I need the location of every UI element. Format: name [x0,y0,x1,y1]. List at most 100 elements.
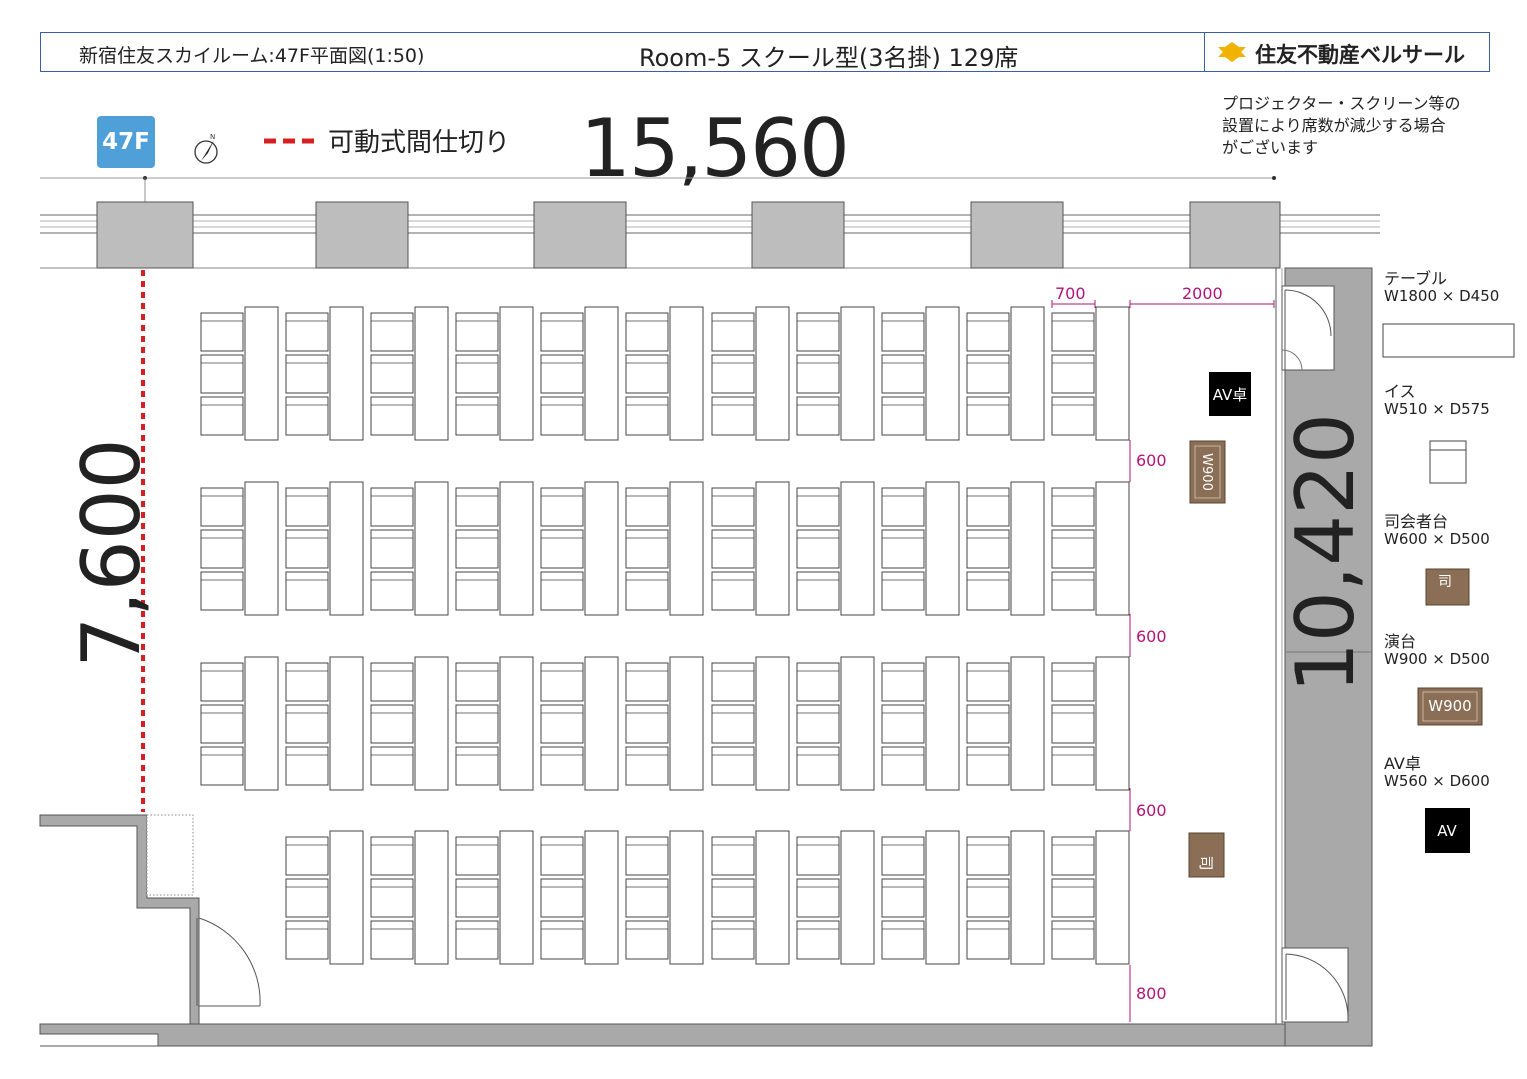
chair [370,878,414,918]
chair [200,746,244,786]
table [840,306,875,441]
column [96,201,194,269]
chair [370,746,414,786]
column [1189,201,1281,269]
chair [966,396,1010,436]
table [669,830,704,965]
chair [370,396,414,436]
chair [966,746,1010,786]
chair [200,396,244,436]
right-depth-dimension: 10,420 [1279,413,1372,693]
chair [796,746,840,786]
chair [711,836,755,876]
table [499,481,534,616]
table [840,656,875,791]
legend-chair-size: W510 × D575 [1384,400,1490,418]
chair [540,704,584,744]
chair [625,487,669,527]
chair [711,571,755,611]
entrance-area [39,814,261,1025]
chair [966,312,1010,352]
chair [200,487,244,527]
table [925,830,960,965]
row-gap-dimension: 600 [1136,627,1167,646]
chair [1051,396,1095,436]
chair [796,354,840,394]
column [970,201,1064,269]
chair [625,878,669,918]
chair [540,354,584,394]
chair [966,878,1010,918]
chair [966,571,1010,611]
chair [370,529,414,569]
chair [711,746,755,786]
chair [540,312,584,352]
front-space-dimension: 2000 [1182,284,1223,303]
chair [711,354,755,394]
chair [796,662,840,702]
chair [540,920,584,960]
seating-area [200,306,1130,965]
chair [455,396,499,436]
table [755,830,790,965]
legend-lectern-label: 演台 [1384,632,1417,651]
chair [285,312,329,352]
chair [200,354,244,394]
chair [285,704,329,744]
mc-stand: 司 [1188,832,1225,878]
chair [796,312,840,352]
table [499,830,534,965]
chair [285,487,329,527]
table [1010,306,1045,441]
chair [966,529,1010,569]
chair [711,704,755,744]
chair [796,878,840,918]
table [244,306,279,441]
chair [1051,836,1095,876]
chair [200,704,244,744]
chair [285,878,329,918]
chair [881,487,925,527]
chair [966,354,1010,394]
table [755,306,790,441]
chair [540,396,584,436]
column [533,201,627,269]
table [499,306,534,441]
chair [1051,878,1095,918]
chair [625,836,669,876]
table [1010,656,1045,791]
table [755,656,790,791]
chair [711,529,755,569]
chair [200,529,244,569]
chair [881,836,925,876]
chair [370,836,414,876]
table [414,306,449,441]
table [244,656,279,791]
row-gap-dimension: 600 [1136,451,1167,470]
chair [455,571,499,611]
chair [455,920,499,960]
chair [370,312,414,352]
chair [625,920,669,960]
table [1010,830,1045,965]
chair [285,746,329,786]
column [315,201,409,269]
chair [455,354,499,394]
chair [370,920,414,960]
table [414,481,449,616]
av-desk-label: AV卓 [1213,386,1248,404]
legend-table-size: W1800 × D450 [1384,287,1500,305]
table [584,306,619,441]
chair [711,487,755,527]
chair [540,529,584,569]
chair [711,920,755,960]
left-depth-dimension: 7,600 [65,438,158,668]
chair [796,704,840,744]
rear-space-dimension: 800 [1136,984,1167,1003]
chair [796,396,840,436]
legend-chair-symbol [1429,440,1467,484]
chair [625,662,669,702]
table [925,481,960,616]
chair [796,487,840,527]
chair [540,487,584,527]
